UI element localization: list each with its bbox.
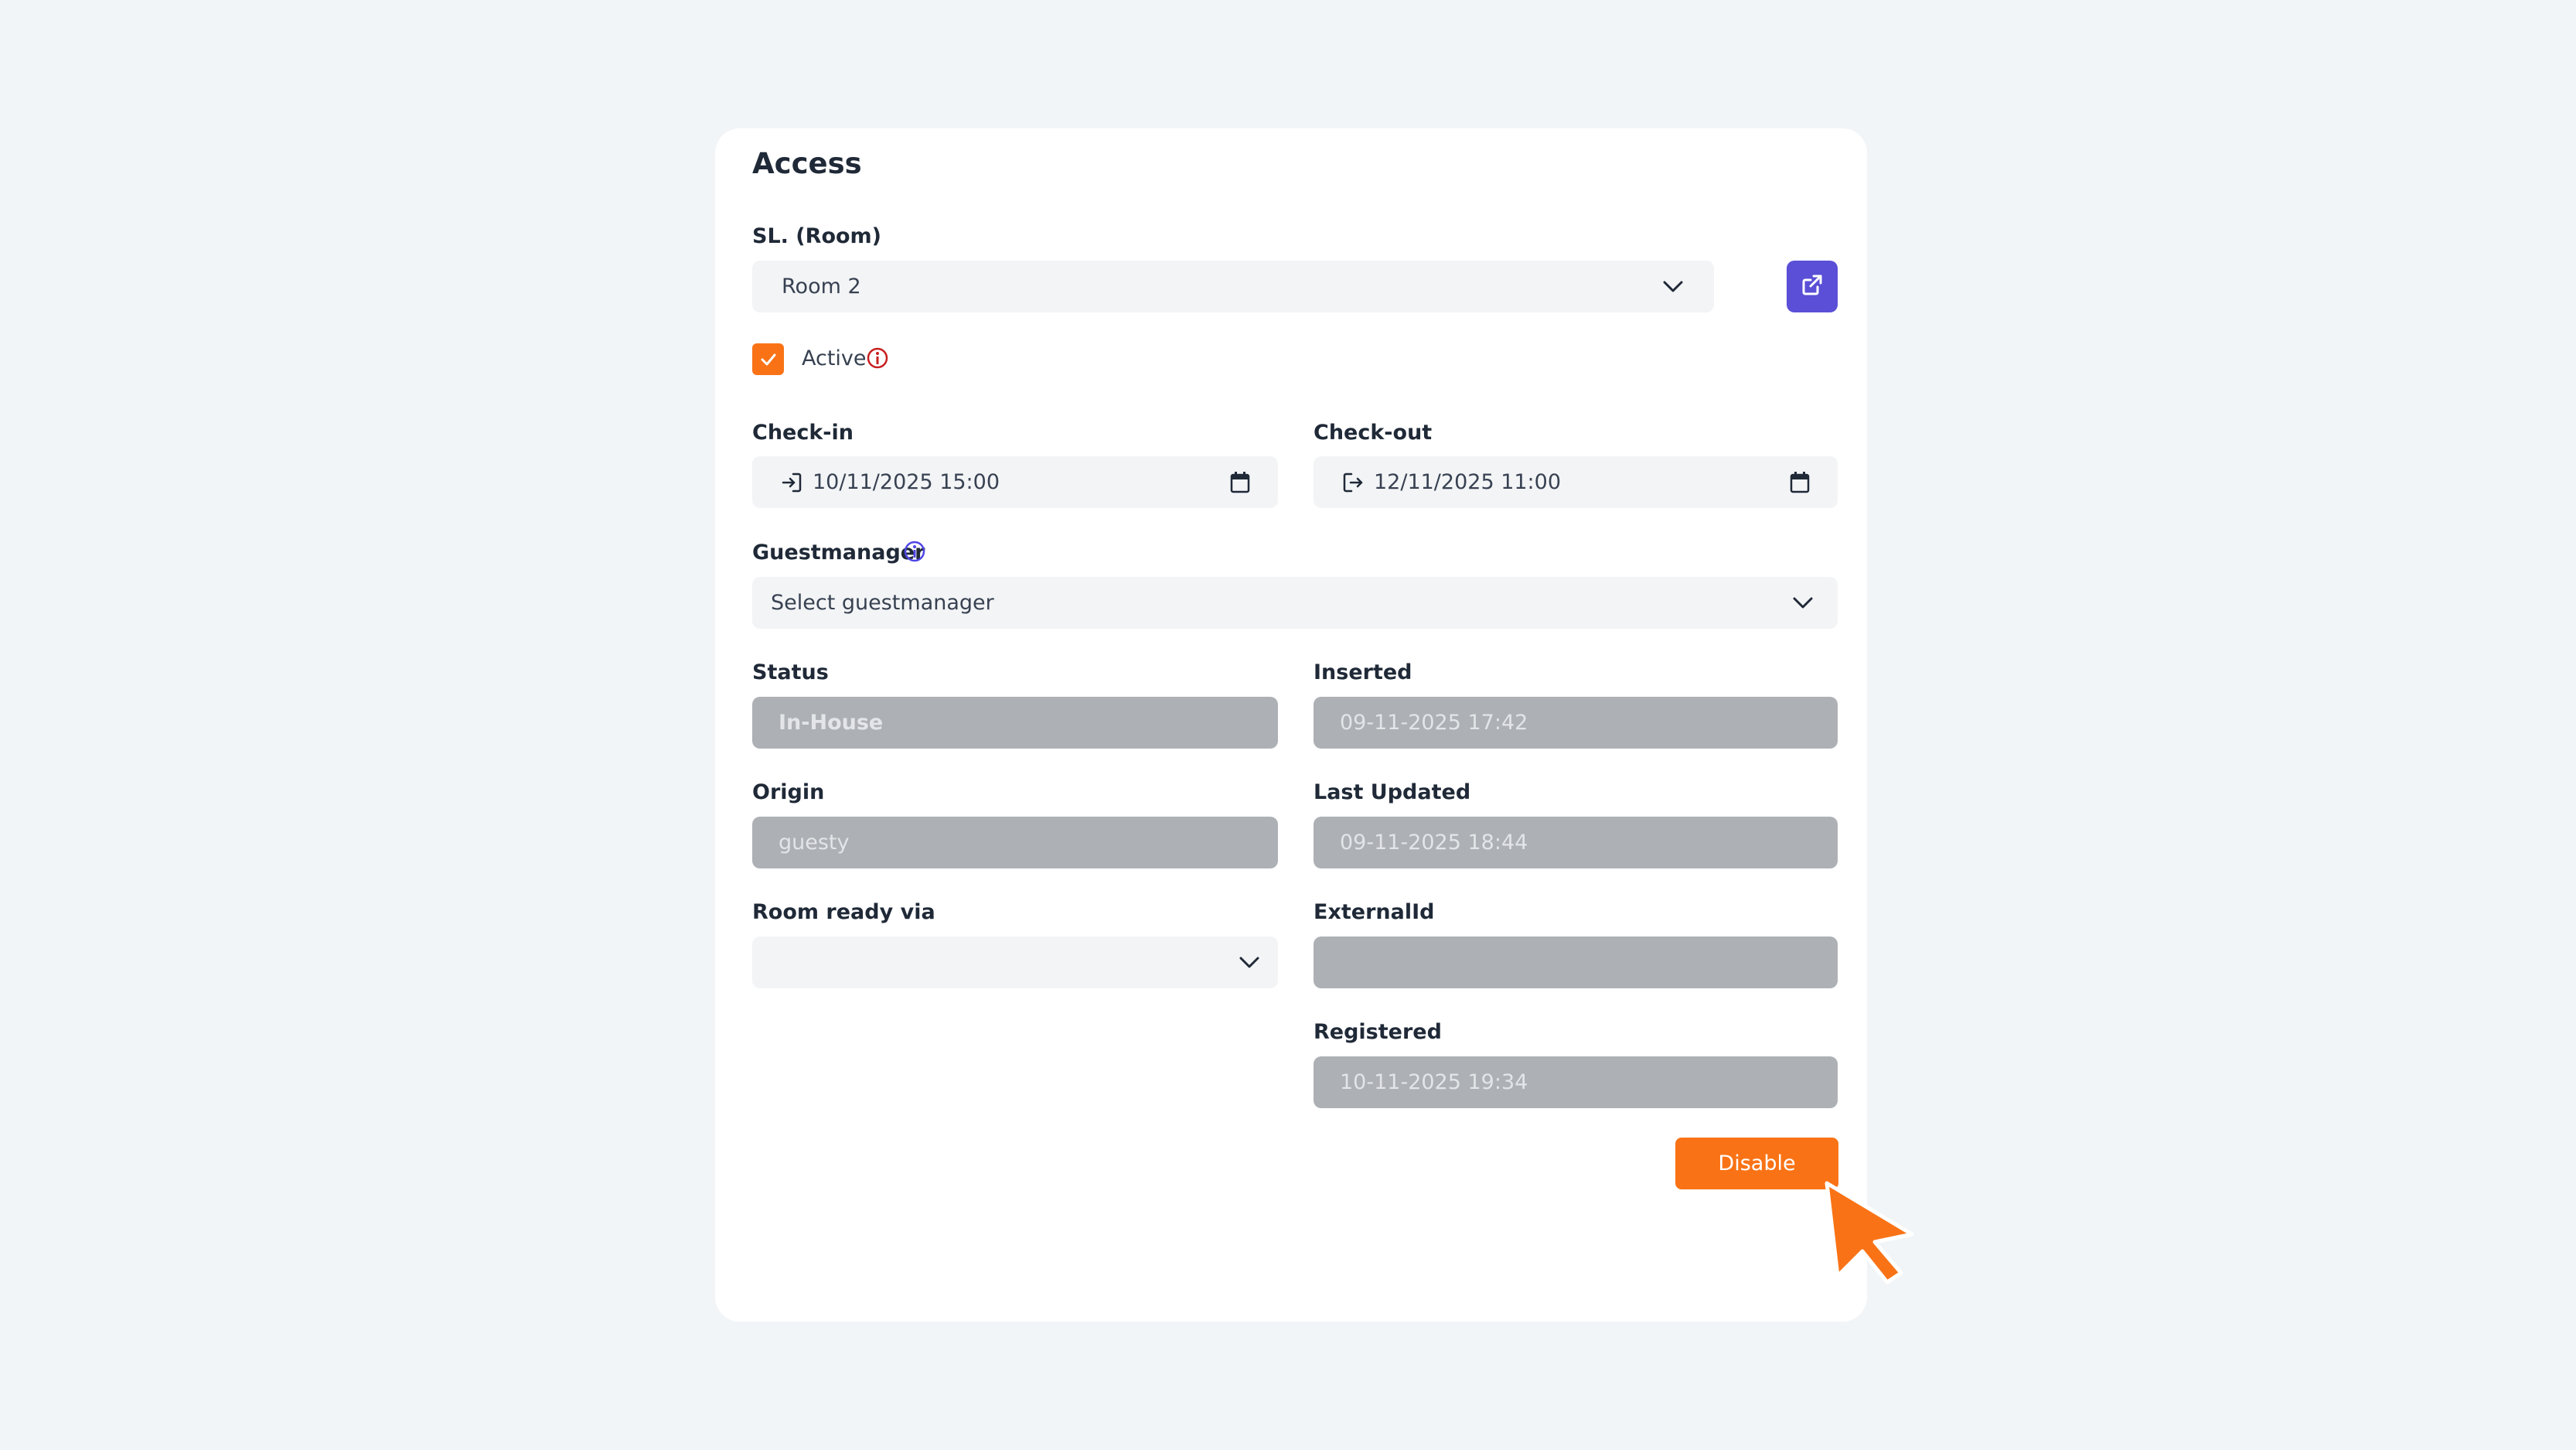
- status-label: Status: [752, 660, 829, 684]
- last-updated-value: 09-11-2025 18:44: [1340, 831, 1528, 855]
- guestmanager-label: Guestmanager: [752, 541, 925, 565]
- open-room-button[interactable]: [1787, 261, 1838, 312]
- cursor-pointer-icon: [1821, 1177, 1921, 1289]
- inserted-label: Inserted: [1314, 660, 1412, 684]
- inserted-value: 09-11-2025 17:42: [1340, 711, 1528, 735]
- calendar-icon[interactable]: [1230, 471, 1250, 493]
- active-checkbox[interactable]: [752, 343, 784, 375]
- guestmanager-select[interactable]: Select guestmanager: [752, 577, 1838, 629]
- last-updated-label: Last Updated: [1314, 780, 1471, 804]
- calendar-icon[interactable]: [1790, 471, 1810, 493]
- checkin-input[interactable]: 10/11/2025 15:00: [752, 456, 1278, 508]
- origin-label: Origin: [752, 780, 825, 804]
- room-select-value: Room 2: [782, 275, 861, 299]
- access-card: Access SL. (Room) Room 2 Active Check-in: [715, 128, 1867, 1322]
- status-value: In-House: [779, 711, 884, 735]
- guestmanager-placeholder: Select guestmanager: [771, 591, 994, 615]
- registered-label: Registered: [1314, 1020, 1442, 1044]
- chevron-down-icon: [1236, 950, 1262, 976]
- room-select[interactable]: Room 2: [752, 261, 1714, 312]
- info-icon[interactable]: [903, 540, 926, 567]
- checkin-value: 10/11/2025 15:00: [813, 470, 1000, 494]
- status-field: In-House: [752, 697, 1278, 749]
- room-ready-via-select[interactable]: [752, 937, 1278, 988]
- origin-value: guesty: [779, 831, 850, 855]
- checkout-value: 12/11/2025 11:00: [1374, 470, 1562, 494]
- chevron-down-icon: [1660, 274, 1686, 300]
- active-label: Active: [802, 346, 867, 370]
- origin-field: guesty: [752, 817, 1278, 868]
- disable-button[interactable]: Disable: [1675, 1138, 1838, 1189]
- inserted-field: 09-11-2025 17:42: [1314, 697, 1838, 749]
- chevron-down-icon: [1790, 590, 1816, 616]
- checkout-input[interactable]: 12/11/2025 11:00: [1314, 456, 1838, 508]
- last-updated-field: 09-11-2025 18:44: [1314, 817, 1838, 868]
- external-id-label: ExternalId: [1314, 900, 1435, 924]
- external-link-icon: [1801, 273, 1824, 300]
- room-ready-via-label: Room ready via: [752, 900, 935, 924]
- info-icon[interactable]: [866, 346, 889, 374]
- card-title: Access: [752, 147, 862, 180]
- login-icon: [780, 471, 803, 494]
- registered-field: 10-11-2025 19:34: [1314, 1056, 1838, 1108]
- checkin-label: Check-in: [752, 421, 854, 445]
- checkout-label: Check-out: [1314, 421, 1433, 445]
- logout-icon: [1341, 471, 1365, 494]
- room-label: SL. (Room): [752, 224, 882, 248]
- registered-value: 10-11-2025 19:34: [1340, 1070, 1528, 1094]
- external-id-field: [1314, 937, 1838, 988]
